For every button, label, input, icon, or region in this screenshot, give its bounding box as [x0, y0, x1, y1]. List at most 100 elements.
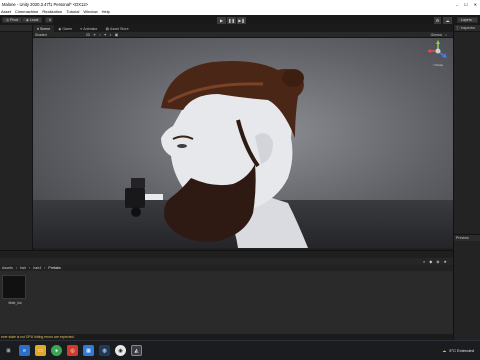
tool-object-top [131, 178, 145, 188]
layers-dropdown[interactable]: Layers [457, 17, 478, 23]
view-2d-toggle[interactable]: 2D [86, 33, 90, 37]
label-icon[interactable]: ◈ [436, 259, 439, 264]
unity-icon[interactable]: ◭ [131, 345, 142, 356]
project-tabs [0, 250, 453, 258]
window-title-bar: Malone - Unity 2020.3.47f1 Personal* <DX… [0, 0, 480, 8]
grid-icon: # [49, 18, 51, 22]
tab-game[interactable]: ◉ Game [54, 25, 76, 32]
step-button[interactable]: ▶❚ [237, 17, 246, 24]
inspector-panel[interactable]: ⓘ Inspector [453, 25, 480, 234]
menu-item-window[interactable]: Window [83, 9, 97, 14]
tab-asset-store-label: Asset Store [110, 26, 129, 31]
audio-icon[interactable]: ♪ [99, 33, 101, 37]
breadcrumb-separator-icon: › [29, 266, 31, 270]
cloud-icon: ☁ [445, 18, 450, 23]
animator-icon: ≡ [80, 26, 83, 31]
persp-label[interactable]: < Persp [427, 63, 449, 67]
weather-widget[interactable]: ☁ 5°C Extended [442, 348, 480, 353]
pause-icon: ❚❚ [228, 18, 235, 23]
breadcrumb-prefabs[interactable]: Prefabs [48, 266, 60, 270]
cloud-button[interactable]: ☁ [443, 17, 452, 24]
asset-label[interactable]: Male_hai [2, 301, 28, 305]
tab-asset-store[interactable]: ▤ Asset Store [102, 25, 133, 32]
effects-icon[interactable]: ✦ [104, 33, 107, 37]
view-tabs: # Scene ◉ Game ≡ Animator ▤ Asset Store [33, 25, 453, 32]
play-button[interactable]: ▶ [217, 17, 226, 24]
chrome-icon[interactable]: ● [51, 345, 62, 356]
menu-item-cinemachine[interactable]: Cinemachine [15, 9, 38, 14]
project-search-icon[interactable]: ⌕ [423, 259, 425, 264]
tool-object-wheel [131, 207, 141, 217]
tool-object[interactable] [125, 188, 145, 208]
steam-icon[interactable]: ◉ [115, 345, 126, 356]
gear-icon: ⚙ [435, 18, 440, 23]
preview-panel[interactable]: Preview [453, 234, 480, 340]
minimize-icon[interactable]: – [456, 2, 458, 7]
breadcrumb-hair4[interactable]: hair4 [33, 266, 41, 270]
tool-object-tip [145, 194, 163, 200]
preview-header: Preview [454, 235, 480, 241]
shading-mode-dropdown[interactable]: Shaded [35, 33, 47, 37]
scene-search-icon[interactable]: ⌕ [445, 33, 447, 37]
tab-animator-label: Animator [83, 26, 98, 31]
game-icon: ◉ [58, 26, 62, 31]
asset-grid[interactable]: Male_hai [0, 271, 453, 334]
store-icon[interactable]: ▦ [83, 345, 94, 356]
tab-scene-label: Scene [40, 26, 51, 31]
breadcrumb-hair[interactable]: hair [20, 266, 26, 270]
project-toolbar: ⌕ ◆ ◈ ★ [0, 258, 453, 265]
pause-button[interactable]: ❚❚ [227, 17, 236, 24]
tab-game-label: Game [62, 26, 73, 31]
hierarchy-panel[interactable] [0, 25, 33, 260]
hair-bun [282, 69, 304, 87]
browser-icon[interactable]: e [19, 345, 30, 356]
menu-item-realization[interactable]: Realization [42, 9, 62, 14]
menu-item-help[interactable]: Help [102, 9, 110, 14]
weather-icon: ☁ [442, 348, 447, 353]
local-label: Local [29, 18, 39, 22]
menu-item-tutorial[interactable]: Tutorial [66, 9, 79, 14]
hidden-objects-icon[interactable]: ◐ [110, 33, 112, 37]
close-icon[interactable]: ✕ [474, 2, 477, 7]
hierarchy-header [0, 25, 32, 32]
app-blue-icon[interactable]: ◍ [99, 345, 110, 356]
breadcrumb-assets[interactable]: Assets [2, 266, 13, 270]
tab-animator[interactable]: ≡ Animator [76, 25, 102, 32]
maximize-icon[interactable]: ☐ [464, 2, 468, 7]
info-icon: ⓘ [456, 25, 460, 30]
favorite-icon[interactable]: ★ [443, 259, 447, 264]
asset-thumbnail[interactable] [2, 275, 26, 299]
window-title: Malone - Unity 2020.3.47f1 Personal* <DX… [2, 1, 89, 7]
file-explorer-icon[interactable]: ▭ [35, 345, 46, 356]
filter-icon[interactable]: ◆ [429, 259, 432, 264]
eye [177, 144, 187, 148]
scene-viewport[interactable]: < Persp [33, 38, 453, 248]
tab-scene[interactable]: # Scene [33, 25, 55, 32]
local-button[interactable]: ◈ Local [22, 17, 43, 23]
orientation-gizmo[interactable]: < Persp [427, 40, 449, 70]
camera-icon[interactable]: ▣ [115, 33, 118, 37]
main-toolbar: ◎ Pivot ◈ Local # ▶ ❚❚ ▶❚ ⚙ ☁ Layers [0, 15, 480, 25]
windows-start-icon[interactable]: ⊞ [3, 345, 14, 356]
axis-gizmo-icon [427, 40, 447, 58]
preview-tab-label[interactable]: Preview [456, 236, 469, 240]
grid-snap-button[interactable]: # [45, 17, 53, 23]
settings-button[interactable]: ⚙ [434, 17, 441, 24]
status-message[interactable]: ever state is not GPU hitting errors are… [1, 335, 75, 339]
asset-store-icon: ▤ [105, 26, 110, 31]
inspector-tab-label[interactable]: Inspector [461, 26, 476, 30]
step-icon: ▶❚ [238, 18, 245, 23]
pivot-label: Pivot [10, 18, 19, 22]
pivot-icon: ◎ [6, 18, 10, 22]
light-icon[interactable]: ☀ [93, 33, 96, 37]
scene-icon: # [37, 26, 39, 31]
app-red-icon[interactable]: ◎ [67, 345, 78, 356]
os-taskbar: ⊞ e ▭ ● ◎ ▦ ◍ ◉ ◭ ☁ 5°C Extended [0, 340, 480, 360]
weather-text: 5°C Extended [449, 348, 474, 353]
layers-label: Layers [461, 18, 472, 22]
menu-bar: Asset Cinemachine Realization Tutorial W… [0, 8, 480, 15]
gizmos-dropdown[interactable]: Gizmos [431, 33, 443, 37]
inspector-header: ⓘ Inspector [454, 25, 480, 32]
pivot-button[interactable]: ◎ Pivot [2, 17, 23, 23]
menu-item-asset[interactable]: Asset [1, 9, 11, 14]
